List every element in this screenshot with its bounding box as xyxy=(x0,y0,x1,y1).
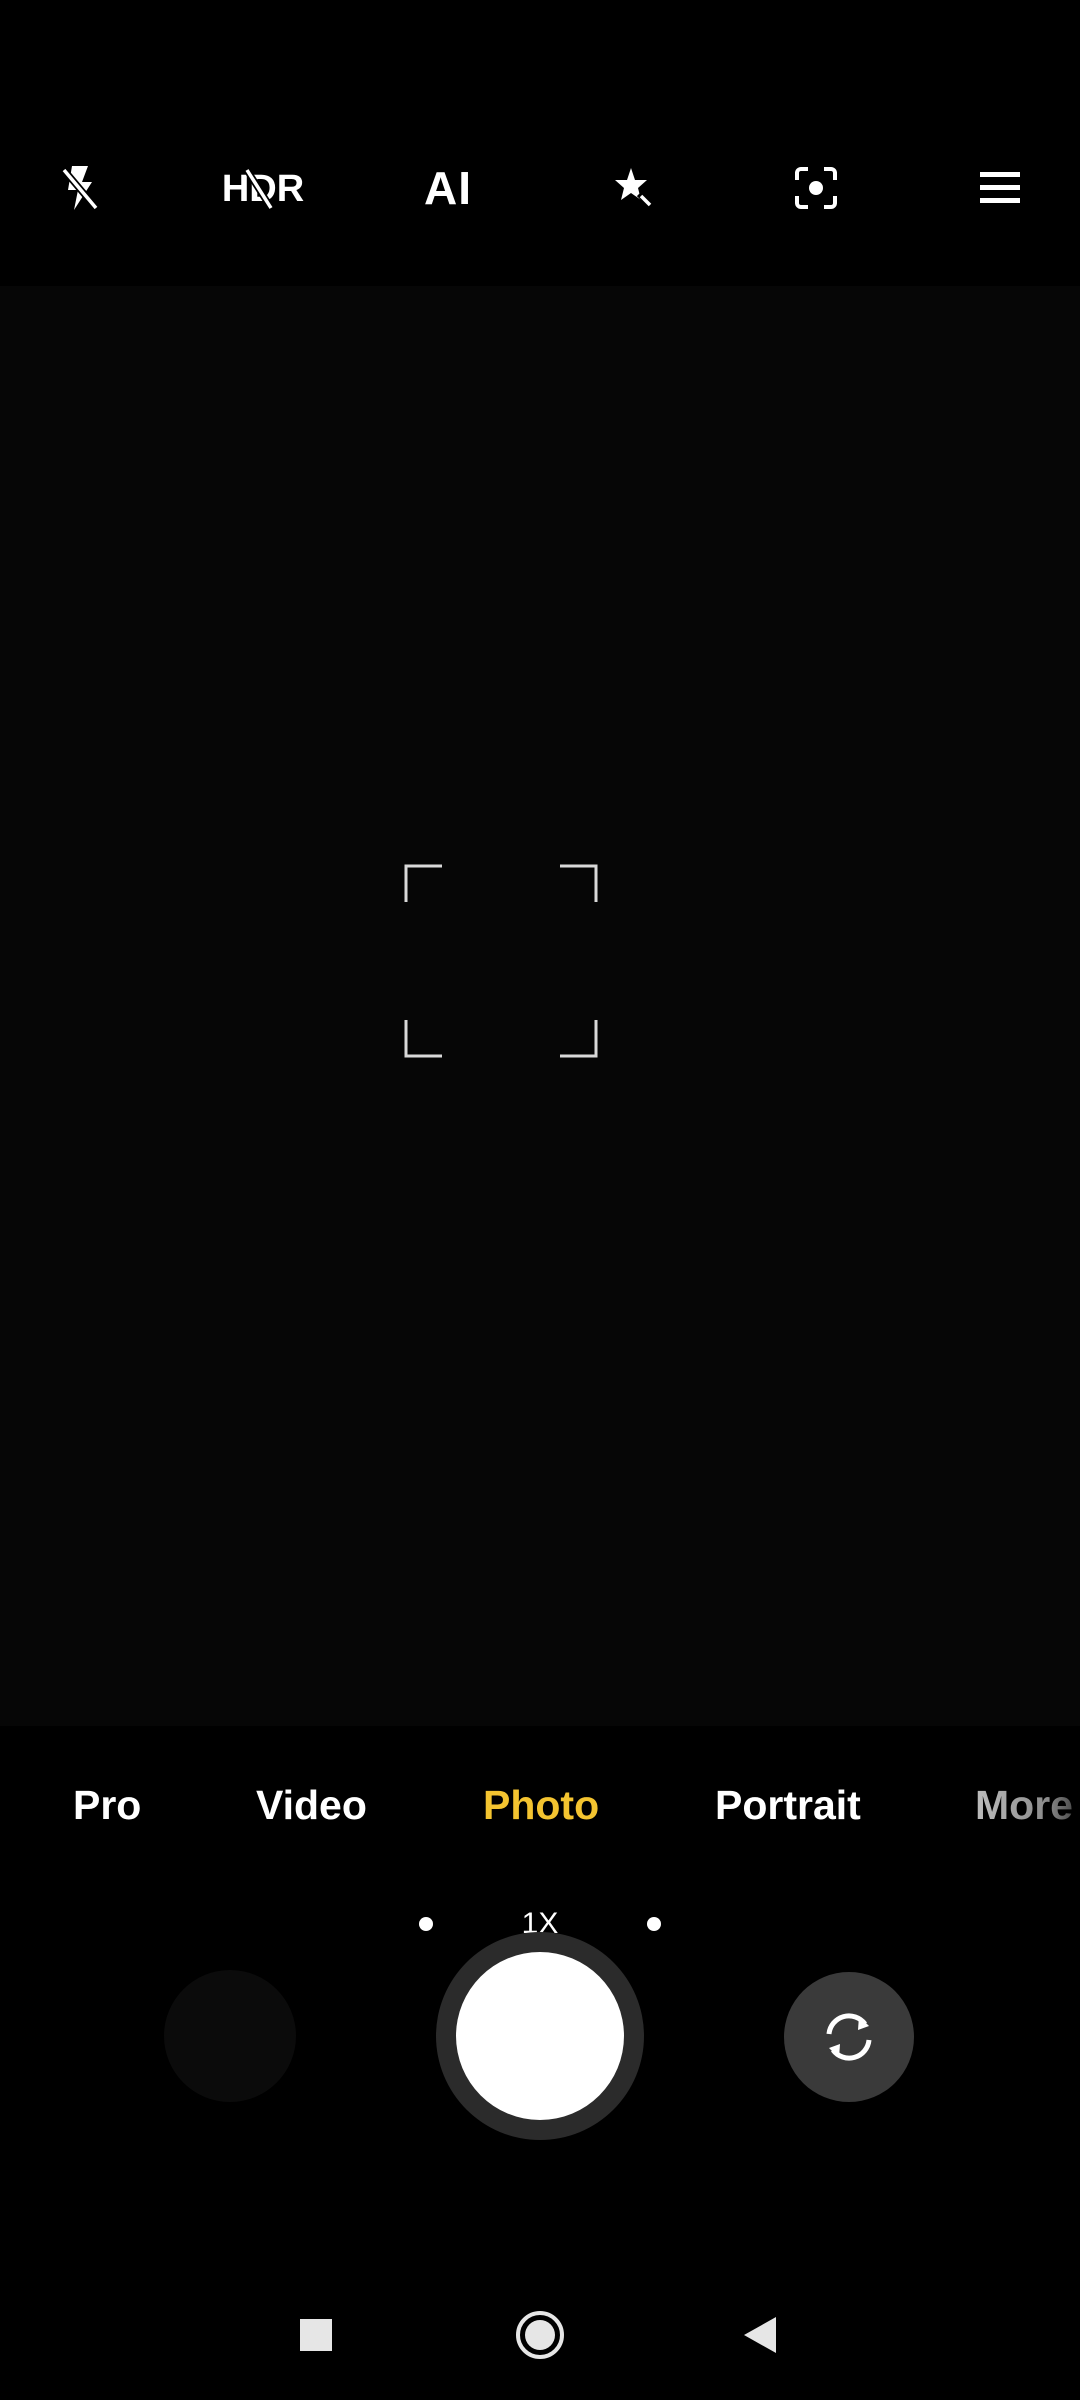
mode-portrait[interactable]: Portrait xyxy=(715,1760,861,1850)
recents-button[interactable] xyxy=(271,2290,361,2380)
switch-camera-button[interactable] xyxy=(784,1972,914,2102)
camera-viewfinder[interactable]: 1X xyxy=(0,286,1080,1940)
camera-screen: HDR AI xyxy=(0,0,1080,2400)
camera-mode-selector: Pro Video Photo Portrait More xyxy=(0,1760,1080,1850)
hdr-off-icon: HDR xyxy=(222,168,304,210)
triangle-back-icon xyxy=(744,2317,776,2353)
mode-pro[interactable]: Pro xyxy=(73,1760,141,1850)
circle-icon xyxy=(516,2311,564,2359)
top-toolbar: HDR AI xyxy=(0,130,1080,246)
focus-frame-icon xyxy=(404,864,598,1058)
shutter-button[interactable] xyxy=(436,1932,644,2140)
google-lens-icon xyxy=(795,167,837,209)
beauty-button[interactable] xyxy=(573,130,689,246)
square-icon xyxy=(300,2319,332,2351)
google-lens-button[interactable] xyxy=(758,130,874,246)
flash-toggle-button[interactable] xyxy=(22,130,138,246)
mode-more[interactable]: More xyxy=(975,1760,1080,1850)
beauty-sparkle-icon xyxy=(615,168,654,209)
system-nav-bar xyxy=(0,2290,1080,2380)
home-button[interactable] xyxy=(495,2290,585,2380)
hdr-toggle-button[interactable]: HDR xyxy=(205,130,321,246)
zoom-dot-right[interactable] xyxy=(647,1917,661,1931)
gallery-thumbnail[interactable] xyxy=(164,1970,296,2102)
back-button[interactable] xyxy=(715,2290,805,2380)
mode-video[interactable]: Video xyxy=(256,1760,367,1850)
ai-label: AI xyxy=(424,162,472,214)
shutter-inner xyxy=(456,1952,624,2120)
ai-toggle-button[interactable]: AI xyxy=(390,130,506,246)
menu-icon xyxy=(980,172,1020,203)
menu-button[interactable] xyxy=(942,130,1058,246)
zoom-dot-left[interactable] xyxy=(419,1917,433,1931)
flash-off-icon xyxy=(61,166,99,211)
switch-camera-icon xyxy=(826,2013,872,2061)
mode-photo[interactable]: Photo xyxy=(483,1760,599,1850)
